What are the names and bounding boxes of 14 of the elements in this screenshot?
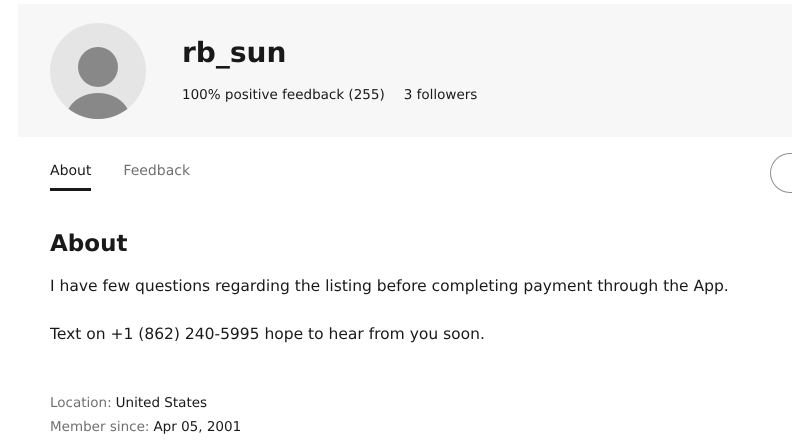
detail-value: Apr 05, 2001: [153, 418, 242, 436]
round-button[interactable]: [770, 153, 792, 193]
detail-label: Member since:: [50, 418, 150, 436]
followers-count[interactable]: 3 followers: [404, 86, 478, 102]
about-text: I have few questions regarding the listing before completing payment through the App.: [50, 276, 730, 296]
username: rb_sun: [182, 36, 288, 68]
avatar-icon: [50, 22, 146, 118]
detail-value: United States: [116, 394, 208, 412]
tab[interactable]: About: [50, 153, 92, 191]
about-text: Text on +1 (862) 240-5995 hope to hear from you soon.: [50, 324, 486, 344]
detail-label: Location:: [50, 394, 112, 412]
feedback-score[interactable]: 100% positive feedback (255): [182, 86, 385, 102]
tab[interactable]: Feedback: [123, 153, 190, 191]
section-heading: About: [50, 230, 128, 259]
